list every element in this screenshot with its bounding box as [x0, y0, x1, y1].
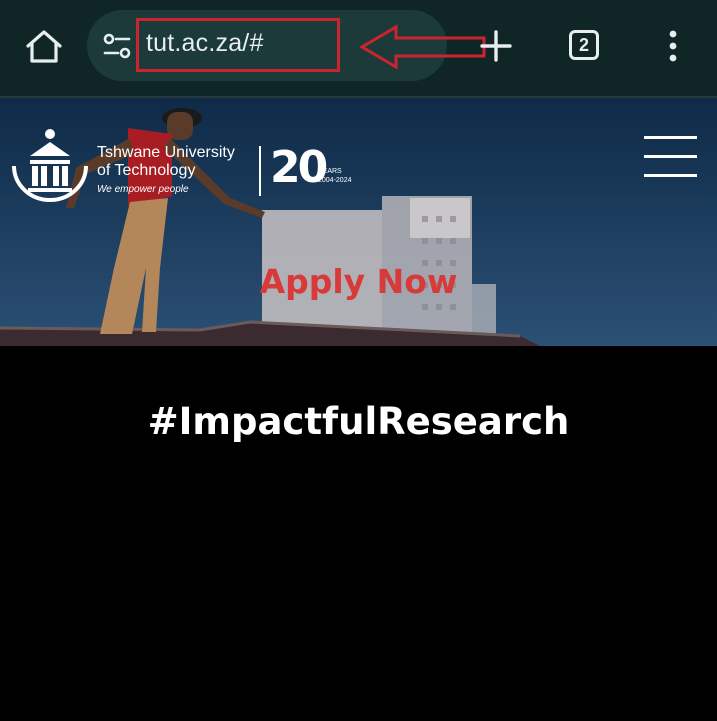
- annotation-highlight-box: [136, 18, 340, 72]
- university-name-line1: Tshwane University: [97, 144, 235, 161]
- anniversary-range-text: 2004-2024: [318, 177, 352, 184]
- home-icon[interactable]: [22, 26, 66, 66]
- university-name-line2: of Technology: [97, 162, 196, 179]
- hero-banner: Tshwane University of Technology We empo…: [0, 98, 717, 346]
- logo-divider: [259, 146, 261, 196]
- anniversary-number: 20: [270, 142, 328, 193]
- anniversary-label: YEARS 2004-2024: [318, 167, 351, 185]
- hero-background-image: [0, 98, 717, 346]
- browser-toolbar: tut.ac.za/# 2: [0, 0, 717, 97]
- university-name[interactable]: Tshwane University of Technology: [97, 144, 235, 180]
- university-logo-icon: [12, 129, 88, 202]
- section-heading: #ImpactfulResearch: [147, 400, 570, 443]
- apply-now-link[interactable]: Apply Now: [0, 262, 717, 301]
- plus-icon[interactable]: [478, 28, 514, 64]
- tune-icon[interactable]: [101, 30, 133, 62]
- tab-switcher-button[interactable]: 2: [569, 30, 599, 60]
- tagline: We empower people: [97, 184, 189, 195]
- anniversary-years-text: YEARS: [318, 168, 342, 175]
- annotation-arrow-icon: [359, 24, 486, 70]
- hamburger-menu-icon[interactable]: [644, 136, 697, 178]
- more-vert-icon[interactable]: [660, 28, 686, 64]
